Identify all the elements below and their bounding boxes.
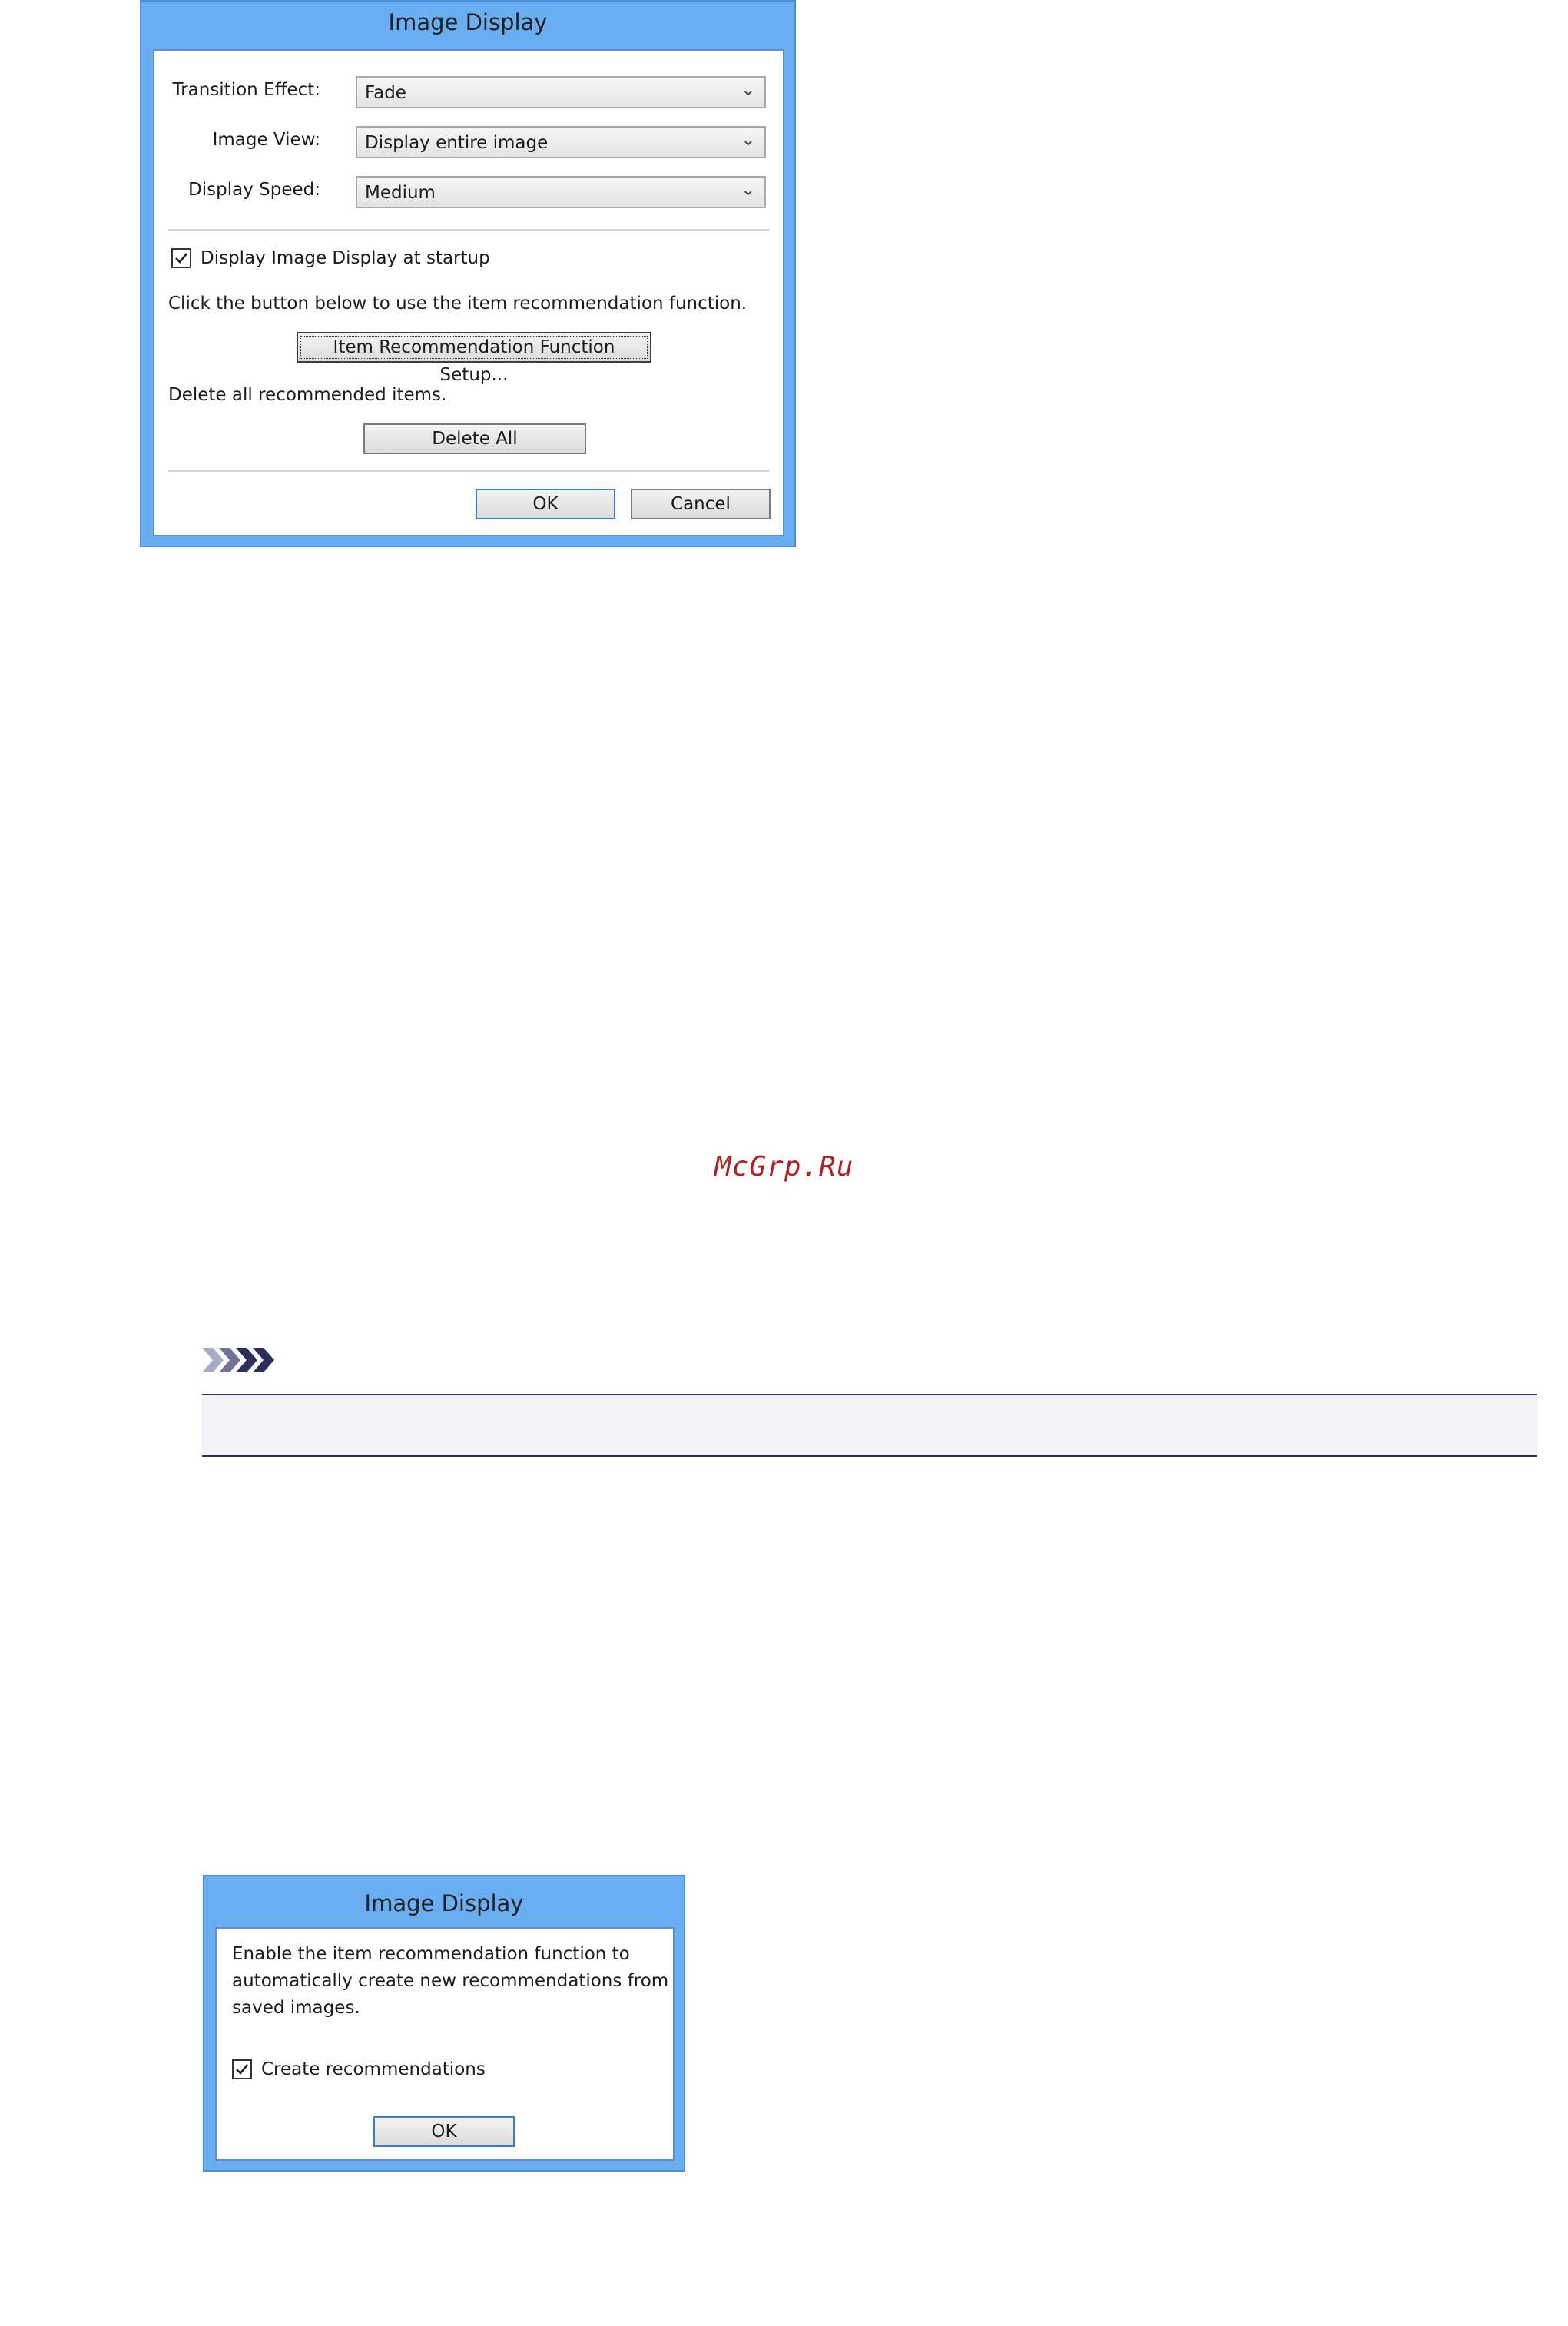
startup-checkbox-label: Display Image Display at startup: [201, 248, 490, 268]
separator: [168, 470, 769, 473]
ok-button[interactable]: OK: [373, 2116, 515, 2147]
note-chevrons-icon: [202, 1348, 274, 1372]
recommend-hint-text: Click the button below to use the item r…: [168, 294, 748, 314]
delete-all-button[interactable]: Delete All: [363, 423, 586, 454]
display-speed-select[interactable]: Medium ⌄: [356, 176, 766, 208]
startup-checkbox-row[interactable]: Display Image Display at startup: [171, 248, 490, 268]
description-text: Enable the item recommendation function …: [232, 1941, 668, 2022]
separator: [168, 229, 769, 232]
transition-effect-value: Fade: [365, 83, 406, 103]
watermark-text: McGrp.Ru: [714, 1151, 854, 1183]
create-recommendations-row[interactable]: Create recommendations: [232, 2059, 486, 2079]
create-recommendations-label: Create recommendations: [261, 2059, 486, 2079]
transition-effect-select[interactable]: Fade ⌄: [356, 76, 766, 108]
image-view-value: Display entire image: [365, 133, 549, 153]
item-recommendation-setup-button[interactable]: Item Recommendation Function Setup...: [297, 332, 651, 385]
dialog-title: Image Display: [388, 9, 548, 35]
image-view-label: Image View:: [212, 130, 320, 150]
description-line: automatically create new recommendations…: [232, 1971, 669, 1991]
transition-effect-label: Transition Effect:: [172, 80, 320, 100]
description-line: Enable the item recommendation function …: [232, 1944, 630, 1964]
dialog-title: Image Display: [364, 1890, 524, 1916]
delete-hint-text: Delete all recommended items.: [168, 385, 447, 405]
checkmark-icon: [236, 2064, 249, 2075]
checkmark-icon: [175, 253, 188, 264]
display-speed-value: Medium: [365, 183, 436, 203]
note-box: [202, 1394, 1537, 1457]
image-display-recommendation-dialog: Image Display Enable the item recommenda…: [203, 1875, 685, 2172]
image-view-select[interactable]: Display entire image ⌄: [356, 126, 766, 158]
ok-button[interactable]: OK: [476, 489, 615, 519]
chevron-down-icon: ⌄: [741, 181, 755, 200]
chevron-down-icon: ⌄: [741, 81, 755, 100]
display-speed-label: Display Speed:: [188, 180, 320, 200]
cancel-button[interactable]: Cancel: [631, 489, 771, 519]
dialog-client-area: Enable the item recommendation function …: [215, 1927, 675, 2161]
create-recommendations-checkbox[interactable]: [232, 2059, 252, 2079]
image-display-dialog: Image Display Transition Effect: Fade ⌄ …: [140, 0, 796, 547]
description-line: saved images.: [232, 1998, 360, 2018]
chevron-down-icon: ⌄: [741, 131, 755, 150]
startup-checkbox[interactable]: [171, 248, 191, 268]
dialog-client-area: Transition Effect: Fade ⌄ Image View: Di…: [153, 49, 784, 536]
